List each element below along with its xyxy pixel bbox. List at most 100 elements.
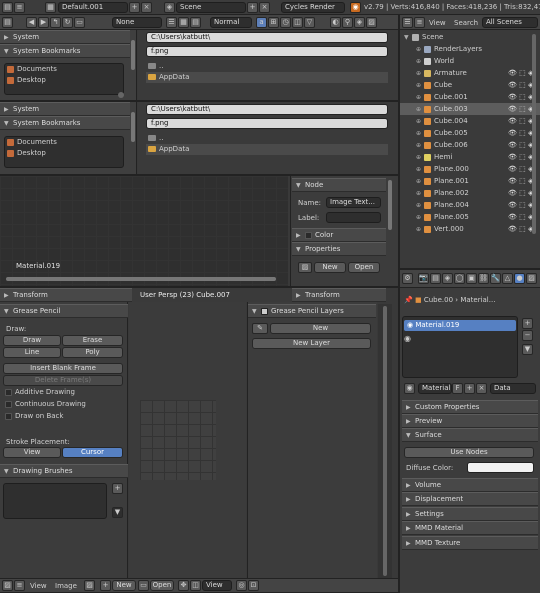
visibility-icons[interactable]: 👁 ⬚ ◈ <box>508 67 533 79</box>
view-placement-button[interactable]: View <box>3 447 61 458</box>
material-name-field[interactable]: Material <box>418 383 452 394</box>
visibility-icons[interactable]: 👁 ⬚ ◈ <box>508 127 533 139</box>
node-label-field[interactable] <box>326 212 381 223</box>
sort-ext-icon[interactable]: ⊞ <box>268 17 279 28</box>
brush-menu-icon[interactable]: ▼ <box>112 507 123 518</box>
visibility-icons[interactable]: 👁 ⬚ ◈ <box>508 91 533 103</box>
add-image-icon[interactable]: + <box>100 580 111 591</box>
open-folder-icon[interactable]: ▭ <box>138 580 149 591</box>
object-tab-icon[interactable]: ▣ <box>466 273 477 284</box>
editor-type-icon[interactable]: ▤ <box>2 17 13 28</box>
filter-icon[interactable]: ▽ <box>304 17 315 28</box>
new-image-button[interactable]: New <box>314 262 346 273</box>
hidden-files-icon[interactable]: ◐ <box>330 17 341 28</box>
layout-selector[interactable]: Default.001 <box>58 2 128 13</box>
outliner-item[interactable]: ▼ Scene <box>400 31 540 43</box>
up-dir-icon[interactable]: ↰ <box>50 17 61 28</box>
sort-size-icon[interactable]: ◫ <box>292 17 303 28</box>
fake-user-button[interactable]: F <box>452 383 463 394</box>
outliner-item[interactable]: ⊕ Plane.000 👁 ⬚ ◈ <box>400 163 540 175</box>
bookmark-item[interactable]: Desktop <box>5 148 123 159</box>
visibility-icons[interactable]: 👁 ⬚ ◈ <box>508 151 533 163</box>
view-selector[interactable]: View <box>202 580 232 591</box>
insert-blank-frame-button[interactable]: Insert Blank Frame <box>3 363 123 374</box>
menu-toggle-icon[interactable]: ≡ <box>14 2 25 13</box>
scene-add-icon[interactable]: + <box>247 2 258 13</box>
outliner-item[interactable]: ⊕ Plane.004 👁 ⬚ ◈ <box>400 199 540 211</box>
file-row[interactable]: AppData <box>146 144 388 155</box>
add-brush-icon[interactable]: + <box>112 483 123 494</box>
outliner-item[interactable]: ⊕ Cube.005 👁 ⬚ ◈ <box>400 127 540 139</box>
visibility-icons[interactable]: 👁 ⬚ ◈ <box>508 199 533 211</box>
uv-sync-icon[interactable]: ⊡ <box>248 580 259 591</box>
outliner-item[interactable]: ⊕ Cube.001 👁 ⬚ ◈ <box>400 91 540 103</box>
sort-time-icon[interactable]: ◷ <box>280 17 291 28</box>
visibility-icons[interactable]: 👁 ⬚ ◈ <box>508 139 533 151</box>
scene-tab-icon[interactable]: ◈ <box>442 273 453 284</box>
scene-close-icon[interactable]: × <box>259 2 270 13</box>
world-tab-icon[interactable]: ◯ <box>454 273 465 284</box>
outliner-item[interactable]: ⊕ Plane.001 👁 ⬚ ◈ <box>400 175 540 187</box>
outliner-item[interactable]: ⊕ Cube.003 👁 ⬚ ◈ <box>400 103 540 115</box>
visibility-icons[interactable]: 👁 ⬚ ◈ <box>508 103 533 115</box>
material-slot-row[interactable]: ◉ Material.019 <box>404 320 516 331</box>
new-image-button[interactable]: New <box>112 580 136 591</box>
parent-dir-row[interactable]: .. <box>146 61 388 72</box>
system-panel-header[interactable]: ▶ System <box>0 30 130 44</box>
expand-arrow-icon[interactable]: ⊕ <box>416 224 424 236</box>
bookmark-item[interactable]: Documents <box>5 137 123 148</box>
additive-drawing-option[interactable]: Additive Drawing <box>5 388 75 396</box>
layers-tab-icon[interactable]: ▤ <box>430 273 441 284</box>
grid-mode-icon[interactable]: ▤ <box>190 17 201 28</box>
parent-dir-row[interactable]: .. <box>146 133 388 144</box>
node-transform-header[interactable]: ▶ Transform <box>292 288 386 302</box>
editor-type-icon[interactable]: ▨ <box>2 580 13 591</box>
material-browse-icon[interactable]: ◉ <box>404 383 415 394</box>
pin-icon[interactable]: 📌 <box>404 296 413 304</box>
node-editor-hscroll[interactable] <box>6 277 276 281</box>
directory-path-field[interactable]: C:\Users\katbutt\ <box>146 32 388 43</box>
outliner-item[interactable]: ⊕ Hemi 👁 ⬚ ◈ <box>400 151 540 163</box>
render-tab-icon[interactable]: 📷 <box>418 273 429 284</box>
outliner-item[interactable]: ⊕ Vert.000 👁 ⬚ ◈ <box>400 223 540 235</box>
material-tab-icon[interactable]: ● <box>514 273 525 284</box>
outliner-item[interactable]: ⊕ Cube 👁 ⬚ ◈ <box>400 79 540 91</box>
layout-close-icon[interactable]: × <box>141 2 152 13</box>
grease-pencil-header[interactable]: ▼ Grease Pencil <box>0 304 128 318</box>
system-panel-header[interactable]: ▶ System <box>0 102 130 116</box>
color-checkbox[interactable] <box>305 231 312 239</box>
visibility-icons[interactable]: 👁 ⬚ ◈ <box>508 163 533 175</box>
filename-field[interactable]: f.png <box>146 118 388 129</box>
sidebar-resize-icon[interactable] <box>118 92 124 98</box>
color-panel-header[interactable]: ▶ Color <box>292 228 386 242</box>
constraints-tab-icon[interactable]: ⛓ <box>478 273 489 284</box>
drawing-brushes-header[interactable]: ▼ Drawing Brushes <box>0 464 128 478</box>
toolshelf-scroll-thumb[interactable] <box>383 306 387 576</box>
layout-add-icon[interactable]: + <box>129 2 140 13</box>
custom-properties-header[interactable]: ▶ Custom Properties <box>402 400 538 414</box>
mmd-texture-header[interactable]: ▶ MMD Texture <box>402 536 538 550</box>
modifiers-tab-icon[interactable]: 🔧 <box>490 273 501 284</box>
node-panel-header[interactable]: ▼ Node <box>292 178 386 192</box>
material-close-icon[interactable]: × <box>476 383 487 394</box>
texture-tab-icon[interactable]: ▨ <box>526 273 537 284</box>
sidebar-scrollbar[interactable] <box>131 112 135 142</box>
draw-on-back-checkbox[interactable] <box>5 412 12 420</box>
forward-icon[interactable]: ▶ <box>38 17 49 28</box>
view-mode-icon[interactable]: ◫ <box>190 580 201 591</box>
outliner-scrollbar[interactable] <box>532 34 536 234</box>
line-button[interactable]: Line <box>3 347 61 358</box>
new-layer-button[interactable]: New Layer <box>252 338 371 349</box>
settings-header[interactable]: ▶ Settings <box>402 507 538 521</box>
outliner-view-menu[interactable]: View <box>429 19 446 27</box>
editor-type-icon[interactable]: ▤ <box>2 2 13 13</box>
outliner-item[interactable]: ⊕ World <box>400 55 540 67</box>
outliner-item[interactable]: ⊕ Plane.002 👁 ⬚ ◈ <box>400 187 540 199</box>
mmd-material-header[interactable]: ▶ MMD Material <box>402 521 538 535</box>
use-nodes-button[interactable]: Use Nodes <box>404 447 534 458</box>
image-browse-icon[interactable]: ▨ <box>84 580 95 591</box>
new-folder-icon[interactable]: ▭ <box>74 17 85 28</box>
thumbnail-mode-icon[interactable]: ▦ <box>178 17 189 28</box>
display-mode-icon[interactable]: ☰ <box>166 17 177 28</box>
data-tab-icon[interactable]: △ <box>502 273 513 284</box>
